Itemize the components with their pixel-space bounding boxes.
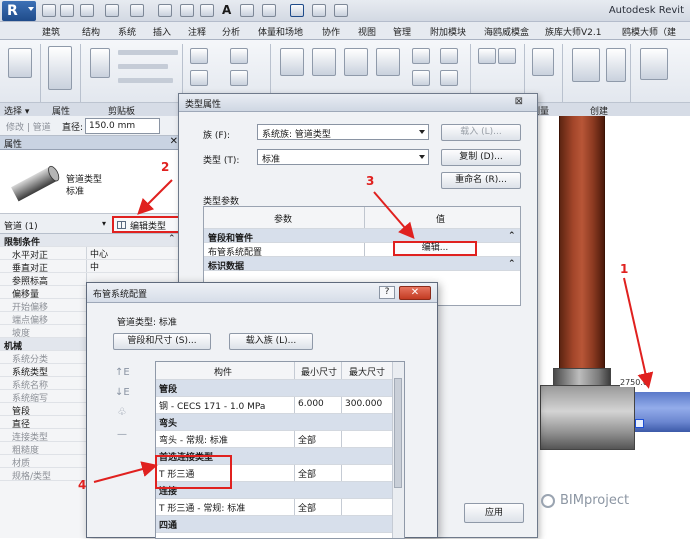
arrow-4 xyxy=(93,461,158,483)
callout-1: 1 xyxy=(620,262,629,276)
annotation-arrows xyxy=(93,179,654,483)
callout-4: 4 xyxy=(78,478,87,492)
arrow-3 xyxy=(373,191,415,240)
arrow-2 xyxy=(137,179,173,215)
callout-2: 2 xyxy=(161,160,170,174)
arrow-1 xyxy=(623,277,654,389)
watermark: BIMproject xyxy=(560,493,630,508)
callout-3: 3 xyxy=(366,174,375,188)
